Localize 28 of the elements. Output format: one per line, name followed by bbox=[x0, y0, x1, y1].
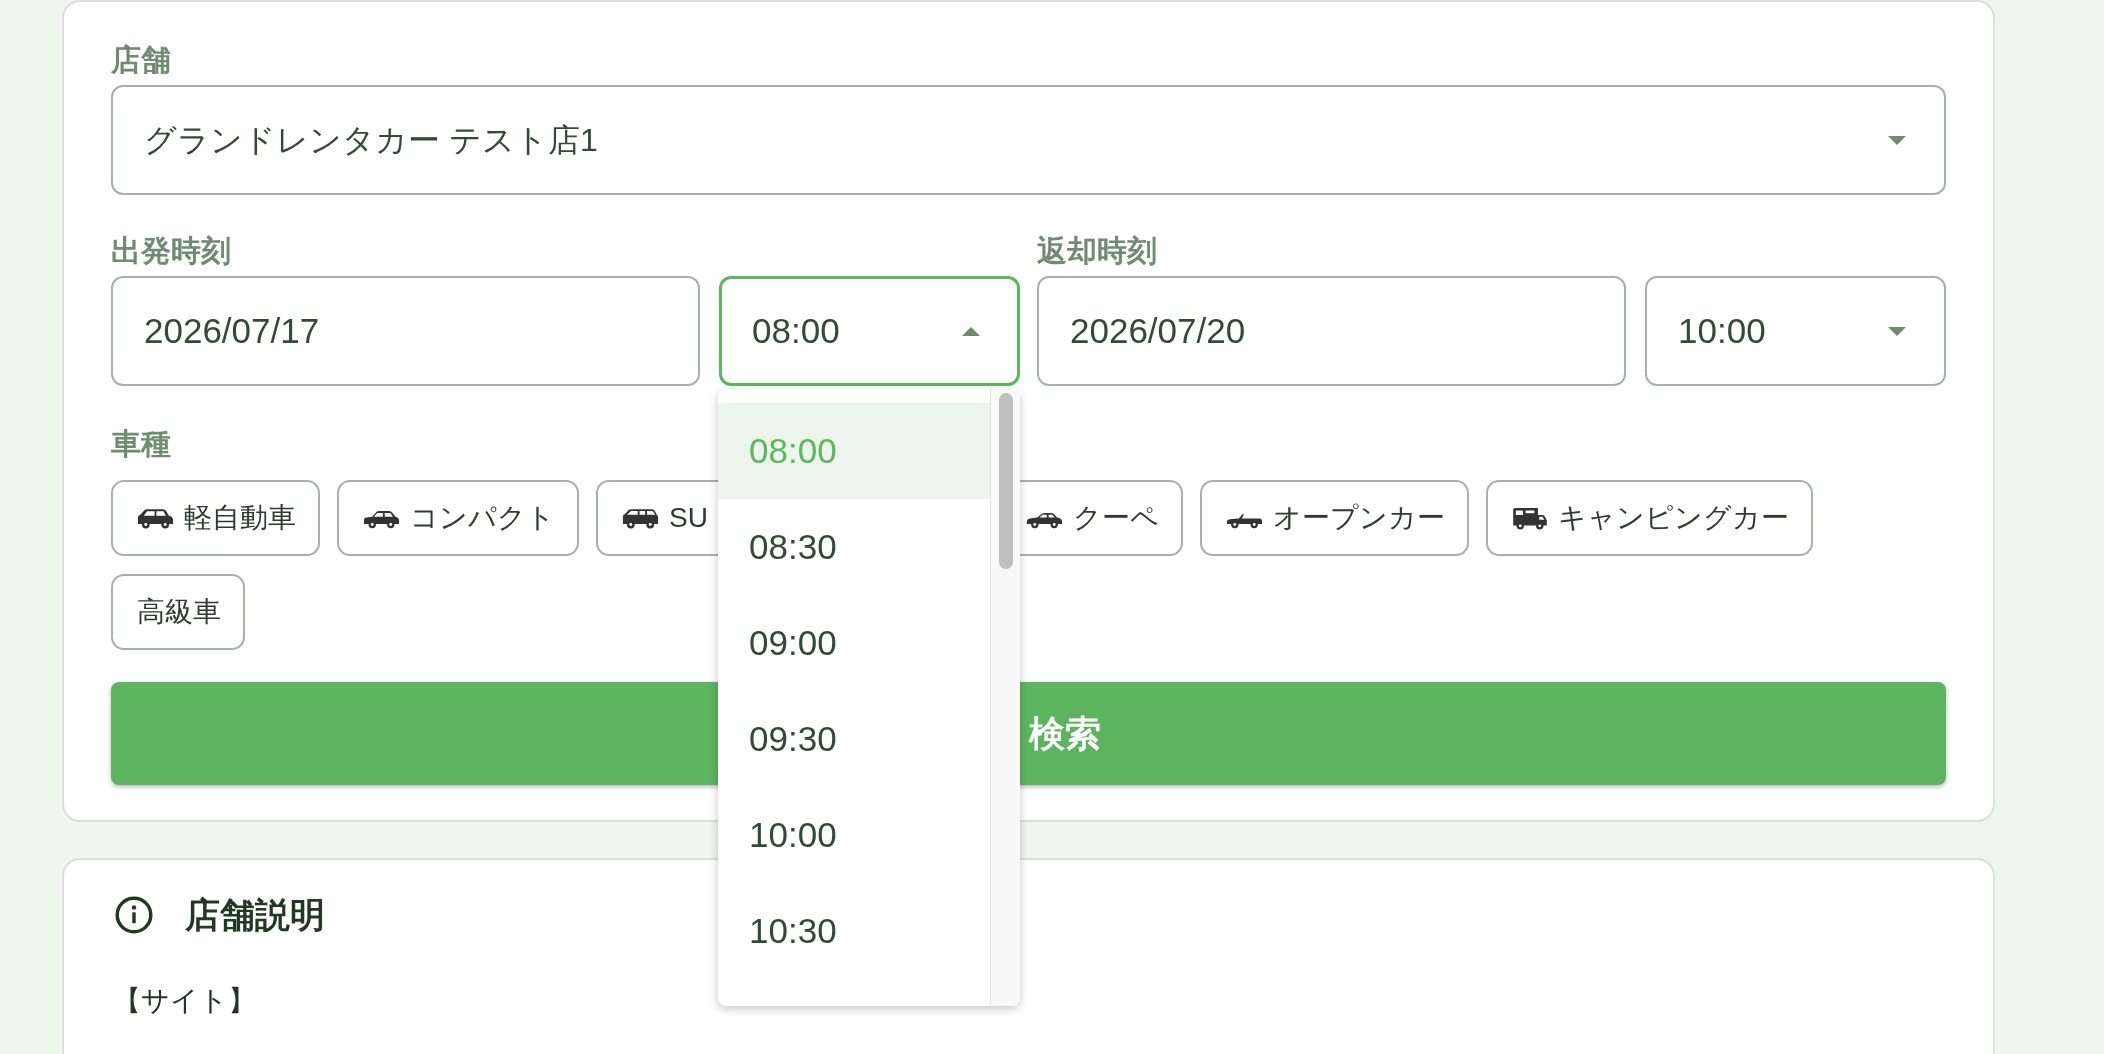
car-icon bbox=[137, 507, 174, 529]
car-type-option[interactable]: コンパクト bbox=[337, 480, 579, 556]
time-select[interactable]: 08:00 bbox=[719, 276, 1020, 386]
field-label: 車種 bbox=[111, 426, 171, 462]
car-type-option[interactable]: キャンピングカー bbox=[1486, 480, 1813, 556]
scrollbar[interactable] bbox=[990, 389, 1020, 1006]
section-title: 店舗説明 bbox=[185, 895, 325, 935]
camper-icon bbox=[1512, 506, 1548, 530]
caret-icon bbox=[962, 326, 980, 336]
date-field[interactable]: 2026/07/17 bbox=[111, 276, 700, 386]
field-label: 店舗 bbox=[111, 42, 171, 78]
time-option[interactable]: 09:30 bbox=[718, 691, 990, 787]
field-label: 返却時刻 bbox=[1037, 233, 1157, 269]
caret-icon bbox=[1888, 135, 1906, 145]
description-text: 【サイト】 bbox=[113, 984, 256, 1018]
time-option[interactable]: 10:00 bbox=[718, 787, 990, 883]
car-type-option[interactable]: オープンカー bbox=[1200, 480, 1469, 556]
time-option[interactable]: 10:30 bbox=[718, 883, 990, 979]
scrollbar-thumb[interactable] bbox=[999, 393, 1013, 569]
info-icon bbox=[115, 896, 153, 934]
time-select[interactable]: 10:00 bbox=[1645, 276, 1946, 386]
store-select[interactable]: グランドレンタカー テスト店1 bbox=[111, 85, 1946, 195]
car-type-option[interactable]: 高級車 bbox=[111, 574, 245, 650]
field-label: 出発時刻 bbox=[111, 233, 231, 269]
caret-icon bbox=[1888, 326, 1906, 336]
car-icon bbox=[622, 507, 659, 529]
car-type-option[interactable]: 軽自動車 bbox=[111, 480, 320, 556]
date-field[interactable]: 2026/07/20 bbox=[1037, 276, 1626, 386]
